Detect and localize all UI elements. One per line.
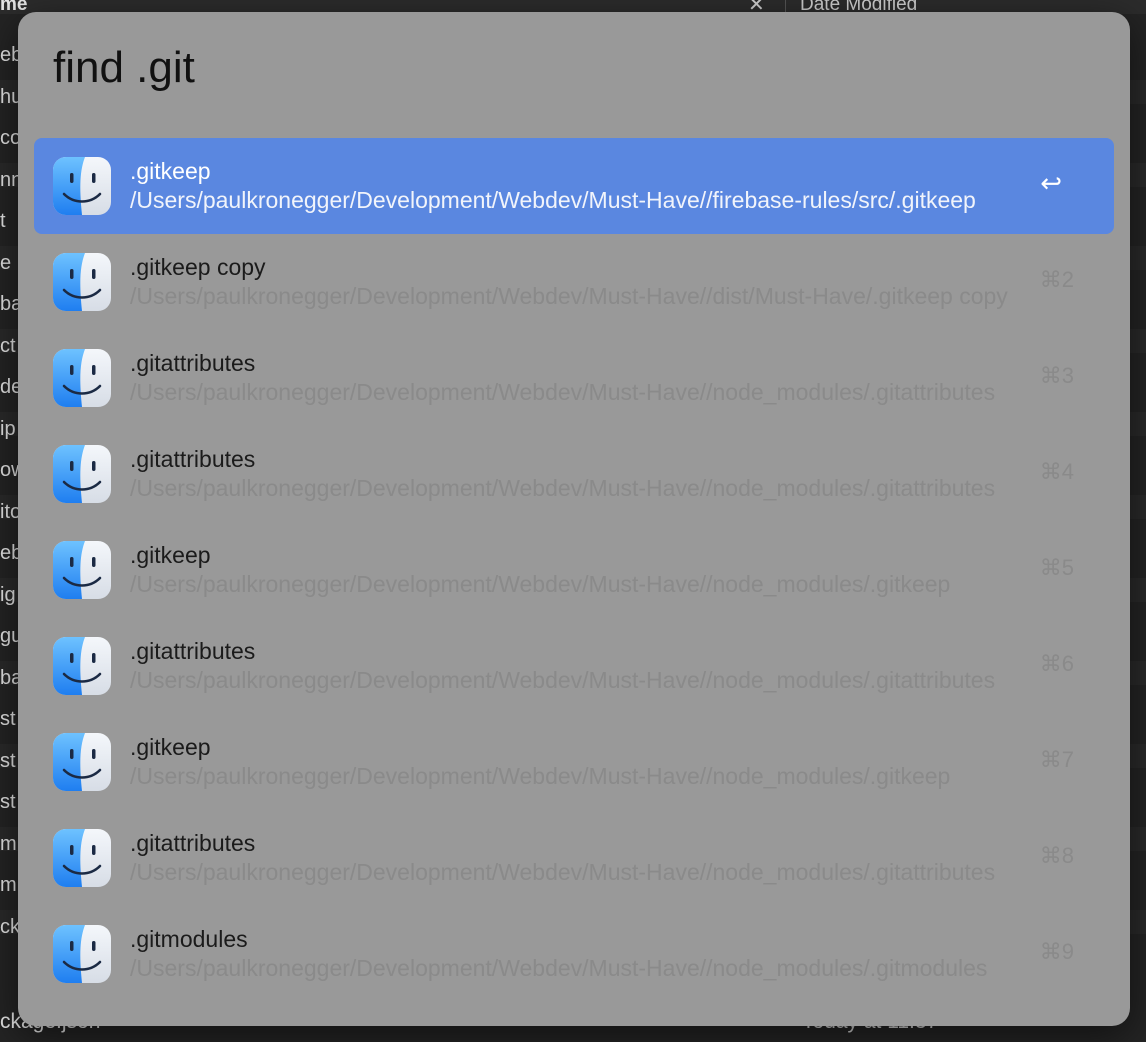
- result-path: /Users/paulkronegger/Development/Webdev/…: [130, 379, 996, 405]
- finder-row[interactable]: t: [0, 210, 6, 233]
- finder-row[interactable]: ct: [0, 335, 16, 358]
- result-title: .gitkeep: [130, 158, 211, 184]
- result-path: /Users/paulkronegger/Development/Webdev/…: [130, 667, 996, 693]
- shortcut-hint: ⌘7: [1039, 747, 1074, 772]
- finder-row[interactable]: e: [0, 252, 11, 275]
- result-title: .gitmodules: [130, 926, 248, 952]
- shortcut-hint: ⌘2: [1039, 267, 1074, 292]
- result-title: .gitattributes: [130, 350, 256, 376]
- result-row[interactable]: .gitkeep/Users/paulkronegger/Development…: [34, 522, 1114, 618]
- result-row[interactable]: .gitattributes/Users/paulkronegger/Devel…: [34, 618, 1114, 714]
- finder-row[interactable]: st: [0, 750, 16, 773]
- finder-row[interactable]: st: [0, 791, 16, 814]
- result-path: /Users/paulkronegger/Development/Webdev/…: [130, 859, 996, 885]
- finder-row[interactable]: ip: [0, 418, 16, 441]
- shortcut-hint: ⌘5: [1039, 555, 1074, 580]
- finder-icon: [52, 540, 112, 600]
- return-key-icon: ↩: [1040, 168, 1062, 198]
- finder-icon: [52, 636, 112, 696]
- result-path: /Users/paulkronegger/Development/Webdev/…: [130, 763, 951, 789]
- finder-row[interactable]: m: [0, 874, 17, 897]
- result-row[interactable]: .gitmodules/Users/paulkronegger/Developm…: [34, 906, 1114, 1002]
- alfred-search-panel: find .git .gitkeep/Users/paulkronegger/D…: [18, 12, 1130, 1026]
- finder-icon: [52, 828, 112, 888]
- shortcut-hint: ⌘6: [1039, 651, 1074, 676]
- result-path: /Users/paulkronegger/Development/Webdev/…: [130, 475, 996, 501]
- finder-icon: [52, 156, 112, 216]
- result-row[interactable]: .gitkeep/Users/paulkronegger/Development…: [34, 138, 1114, 234]
- finder-icon: [52, 348, 112, 408]
- result-title: .gitkeep: [130, 734, 211, 760]
- result-title: .gitattributes: [130, 638, 256, 664]
- result-title: .gitkeep copy: [130, 254, 266, 280]
- result-title: .gitkeep: [130, 542, 211, 568]
- result-row[interactable]: .gitkeep copy/Users/paulkronegger/Develo…: [34, 234, 1114, 330]
- result-path: /Users/paulkronegger/Development/Webdev/…: [130, 187, 976, 213]
- finder-icon: [52, 252, 112, 312]
- finder-row[interactable]: ck: [0, 916, 20, 939]
- finder-row[interactable]: st: [0, 708, 16, 731]
- shortcut-hint: ⌘3: [1039, 363, 1074, 388]
- search-query-input[interactable]: find .git: [53, 40, 1093, 96]
- result-row[interactable]: .gitattributes/Users/paulkronegger/Devel…: [34, 426, 1114, 522]
- result-row[interactable]: .gitkeep/Users/paulkronegger/Development…: [34, 714, 1114, 810]
- finder-icon: [52, 732, 112, 792]
- name-column-header[interactable]: me: [0, 0, 27, 16]
- results-list: .gitkeep/Users/paulkronegger/Development…: [34, 138, 1114, 1002]
- result-title: .gitattributes: [130, 830, 256, 856]
- finder-row[interactable]: m: [0, 833, 17, 856]
- result-path: /Users/paulkronegger/Development/Webdev/…: [130, 955, 988, 981]
- result-row[interactable]: .gitattributes/Users/paulkronegger/Devel…: [34, 330, 1114, 426]
- result-title: .gitattributes: [130, 446, 256, 472]
- shortcut-hint: ⌘4: [1039, 459, 1074, 484]
- finder-row[interactable]: ig: [0, 584, 16, 607]
- finder-icon: [52, 444, 112, 504]
- shortcut-hint: ⌘9: [1039, 939, 1074, 964]
- result-row[interactable]: .gitattributes/Users/paulkronegger/Devel…: [34, 810, 1114, 906]
- shortcut-hint: ⌘8: [1039, 843, 1074, 868]
- result-path: /Users/paulkronegger/Development/Webdev/…: [130, 571, 951, 597]
- result-path: /Users/paulkronegger/Development/Webdev/…: [130, 283, 1008, 309]
- finder-icon: [52, 924, 112, 984]
